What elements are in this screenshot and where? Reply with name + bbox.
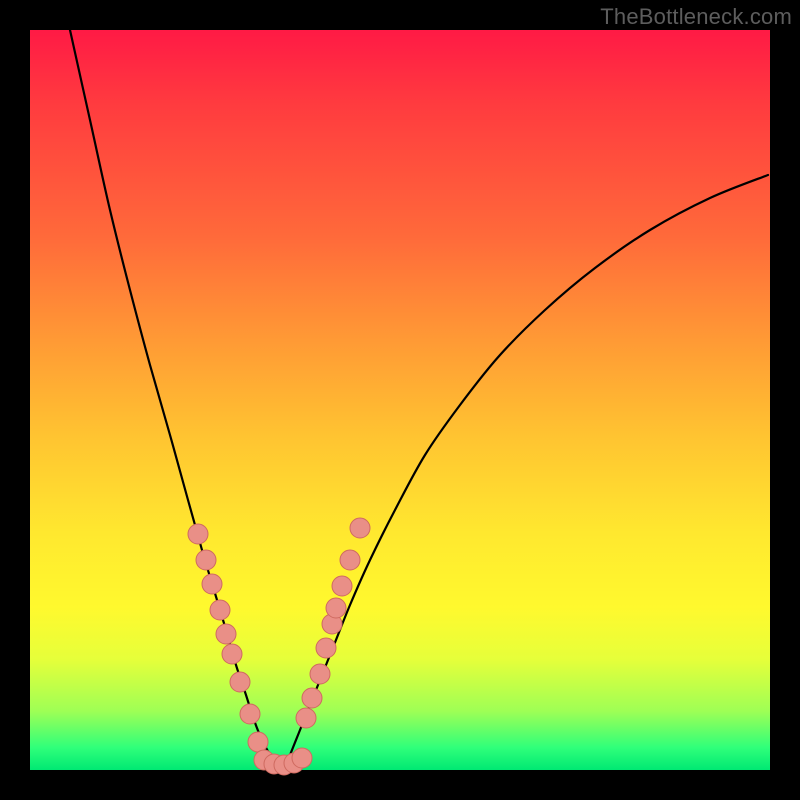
series-left-branch <box>70 30 270 755</box>
left-dot <box>202 574 222 594</box>
right-dot <box>316 638 336 658</box>
left-dot <box>222 644 242 664</box>
right-dot <box>332 576 352 596</box>
right-dot <box>302 688 322 708</box>
floor-dot <box>292 748 312 768</box>
left-dot <box>188 524 208 544</box>
left-dot <box>248 732 268 752</box>
left-dot <box>210 600 230 620</box>
chart-frame: TheBottleneck.com <box>0 0 800 800</box>
series-right-branch <box>290 175 768 755</box>
left-dot <box>230 672 250 692</box>
left-dot <box>196 550 216 570</box>
right-dot <box>326 598 346 618</box>
right-dot <box>296 708 316 728</box>
curve-layer <box>30 30 770 770</box>
right-dot <box>340 550 360 570</box>
watermark-text: TheBottleneck.com <box>600 4 792 30</box>
left-dot <box>240 704 260 724</box>
right-dot <box>350 518 370 538</box>
curve-paths <box>70 30 768 766</box>
left-dot <box>216 624 236 644</box>
right-dot <box>310 664 330 684</box>
data-dots <box>188 518 370 775</box>
